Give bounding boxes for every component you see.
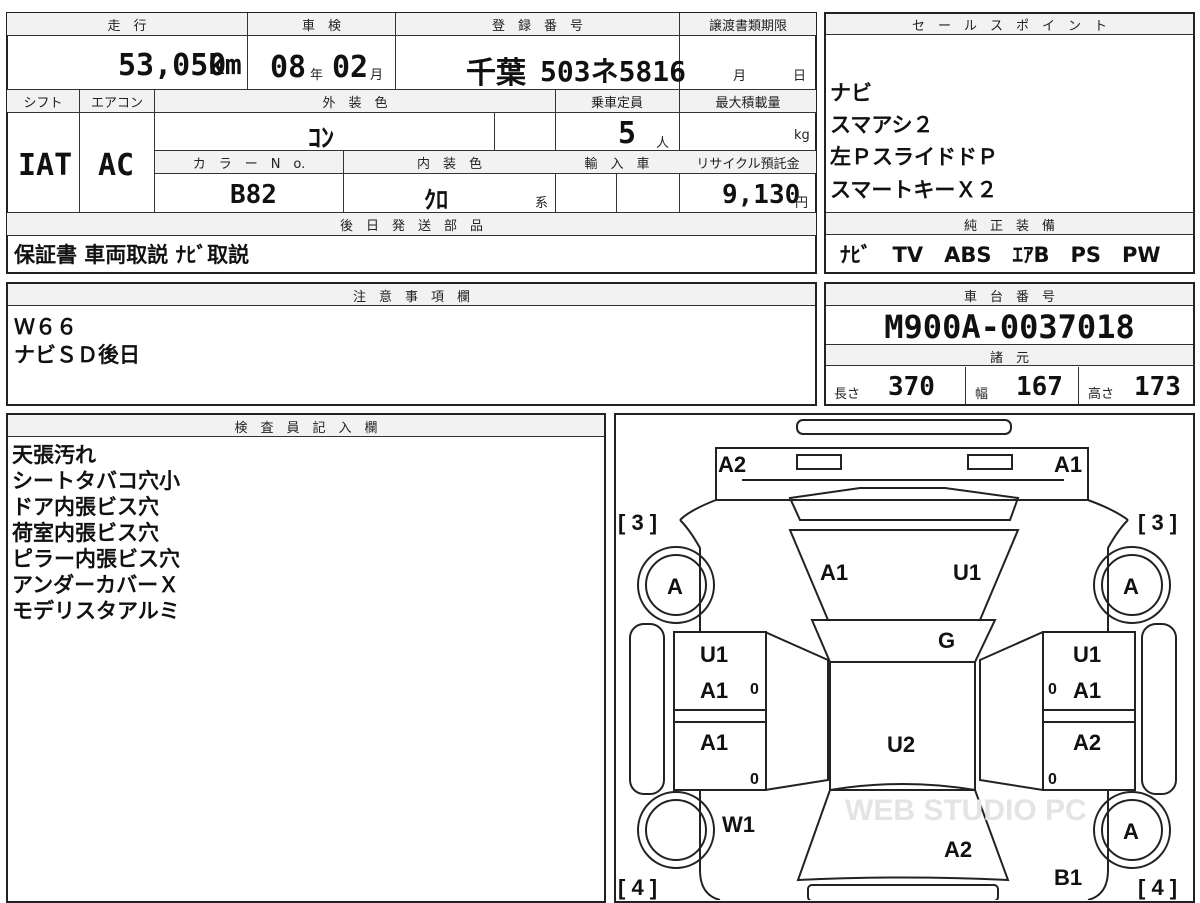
plate-region: 千葉 [466,56,526,91]
mark-bracket-rb: [ 4 ] [1138,875,1177,900]
mark-fender-fl: W1 [722,812,755,837]
shift-value: IAT [18,148,73,183]
transfer-month-unit: 月 [733,69,747,84]
mark-door-rl-1: U1 [700,642,728,667]
mark-door-fr-2: 0 [1048,771,1057,788]
capacity-header: 乗車定員 [590,96,643,111]
sales-point-item: スマートキーＸ２ [830,178,998,202]
mark-door-fl-1: A1 [700,730,728,755]
mark-door-fr-1: A2 [1073,730,1101,755]
height-value: 173 [1134,372,1181,402]
watermark: WEB STUDIO PC [845,794,1087,827]
interior-header: 内 装 色 [416,157,482,172]
mark-roof-left: A1 [820,560,848,585]
inspector-line: ドア内張ビス穴 [12,495,159,519]
sales-point-item: ナビ [830,81,872,105]
inspector-line: シートタバコ穴小 [12,469,180,493]
month-unit: 月 [370,68,384,83]
exterior-header: 外 装 色 [322,96,388,111]
notes-header: 注 意 事 項 欄 [352,290,470,305]
inspection-header: 車 検 [301,19,341,34]
mark-rear-left: A2 [718,452,746,477]
width-label: 幅 [975,387,989,402]
notes-line: Ｗ６６ [14,315,77,339]
mark-door-rl-3: 0 [750,681,759,698]
mark-rear-right: A1 [1054,452,1082,477]
mark-bracket-lt: [ 3 ] [618,510,657,535]
mark-center: U2 [887,732,915,757]
year-unit: 年 [310,68,324,83]
max-load-unit: kg [794,128,810,143]
notes-line: ナビＳＤ後日 [14,343,140,367]
capacity-value: 5 [618,116,637,151]
inspection-month: 02 [332,50,369,85]
mark-door-fl-2: 0 [750,771,759,788]
later-parts-header: 後 日 発 送 部 品 [339,219,483,234]
mark-rear-glass: G [938,628,955,653]
sales-point-item: 左ＰスライドドＰ [830,145,998,169]
capacity-unit: 人 [656,136,670,151]
max-load-header: 最大積載量 [715,96,781,111]
color-no-value: B82 [230,180,277,210]
genuine-equipment-value: ﾅﾋﾞ TV ABS ｴｱB PS PW [840,243,1161,267]
inspector-line: ピラー内張ビス穴 [12,547,180,571]
inspector-header: 検 査 員 記 入 欄 [234,421,378,436]
spec-header: 諸 元 [989,351,1029,366]
inspector-line: 天張汚れ [12,443,96,467]
genuine-equipment-header: 純 正 装 備 [963,219,1055,234]
length-label: 長さ [834,387,861,402]
recycle-unit: 円 [795,196,809,211]
inspector-line: モデリスタアルミ [12,599,180,623]
mark-bumper-fr: B1 [1054,865,1082,890]
interior-unit: 系 [535,196,549,211]
import-header: 輸 入 車 [584,157,650,172]
sales-points-header: セ ー ル ス ポ イ ン ト [911,19,1107,34]
mark-door-rl-2: A1 [700,678,728,703]
mileage-unit: km [208,48,242,81]
aircon-value: AC [98,148,135,183]
shift-header: シフト [23,96,63,111]
mark-bracket-rt: [ 3 ] [1138,510,1177,535]
recycle-header: リサイクル預託金 [696,157,800,172]
inspector-line: 荷室内張ビス穴 [12,521,159,545]
plate-number: 503ネ5816 [540,55,687,88]
registration-header: 登 録 番 号 [491,19,583,34]
transfer-day-unit: 日 [793,69,807,84]
recycle-value: 9,130 [722,180,801,210]
chassis-number: M900A-0037018 [884,308,1135,346]
mark-door-rr-3: 0 [1048,681,1057,698]
length-value: 370 [888,372,935,402]
car-diagram: A2 A1 [ 3 ] [ 3 ] [ 4 ] [ 4 ] A A A A1 U… [618,419,1177,900]
chassis-header: 車 台 番 号 [963,290,1055,305]
mark-hood: A2 [944,837,972,862]
later-parts-value: 保証書 車両取説 ﾅﾋﾞ取説 [14,243,250,267]
interior-value: ｸﾛ [424,186,448,214]
aircon-header: エアコン [90,96,143,111]
mark-door-rr-2: A1 [1073,678,1101,703]
mileage-header: 走 行 [107,19,147,34]
mark-wheel-rl: A [667,574,683,599]
mark-roof-right: U1 [953,560,981,585]
mark-wheel-rr: A [1123,574,1139,599]
inspection-year: 08 [270,50,307,85]
color-no-header: カ ラ ー N o. [192,157,306,172]
mark-bracket-lb: [ 4 ] [618,875,657,900]
width-value: 167 [1016,372,1063,402]
inspector-line: アンダーカバーＸ [12,573,180,597]
height-label: 高さ [1088,387,1115,402]
mark-wheel-fr: A [1123,819,1139,844]
sales-point-item: スマアシ２ [830,113,934,137]
mark-door-rr-1: U1 [1073,642,1101,667]
transfer-deadline-header: 譲渡書類期限 [708,19,787,34]
